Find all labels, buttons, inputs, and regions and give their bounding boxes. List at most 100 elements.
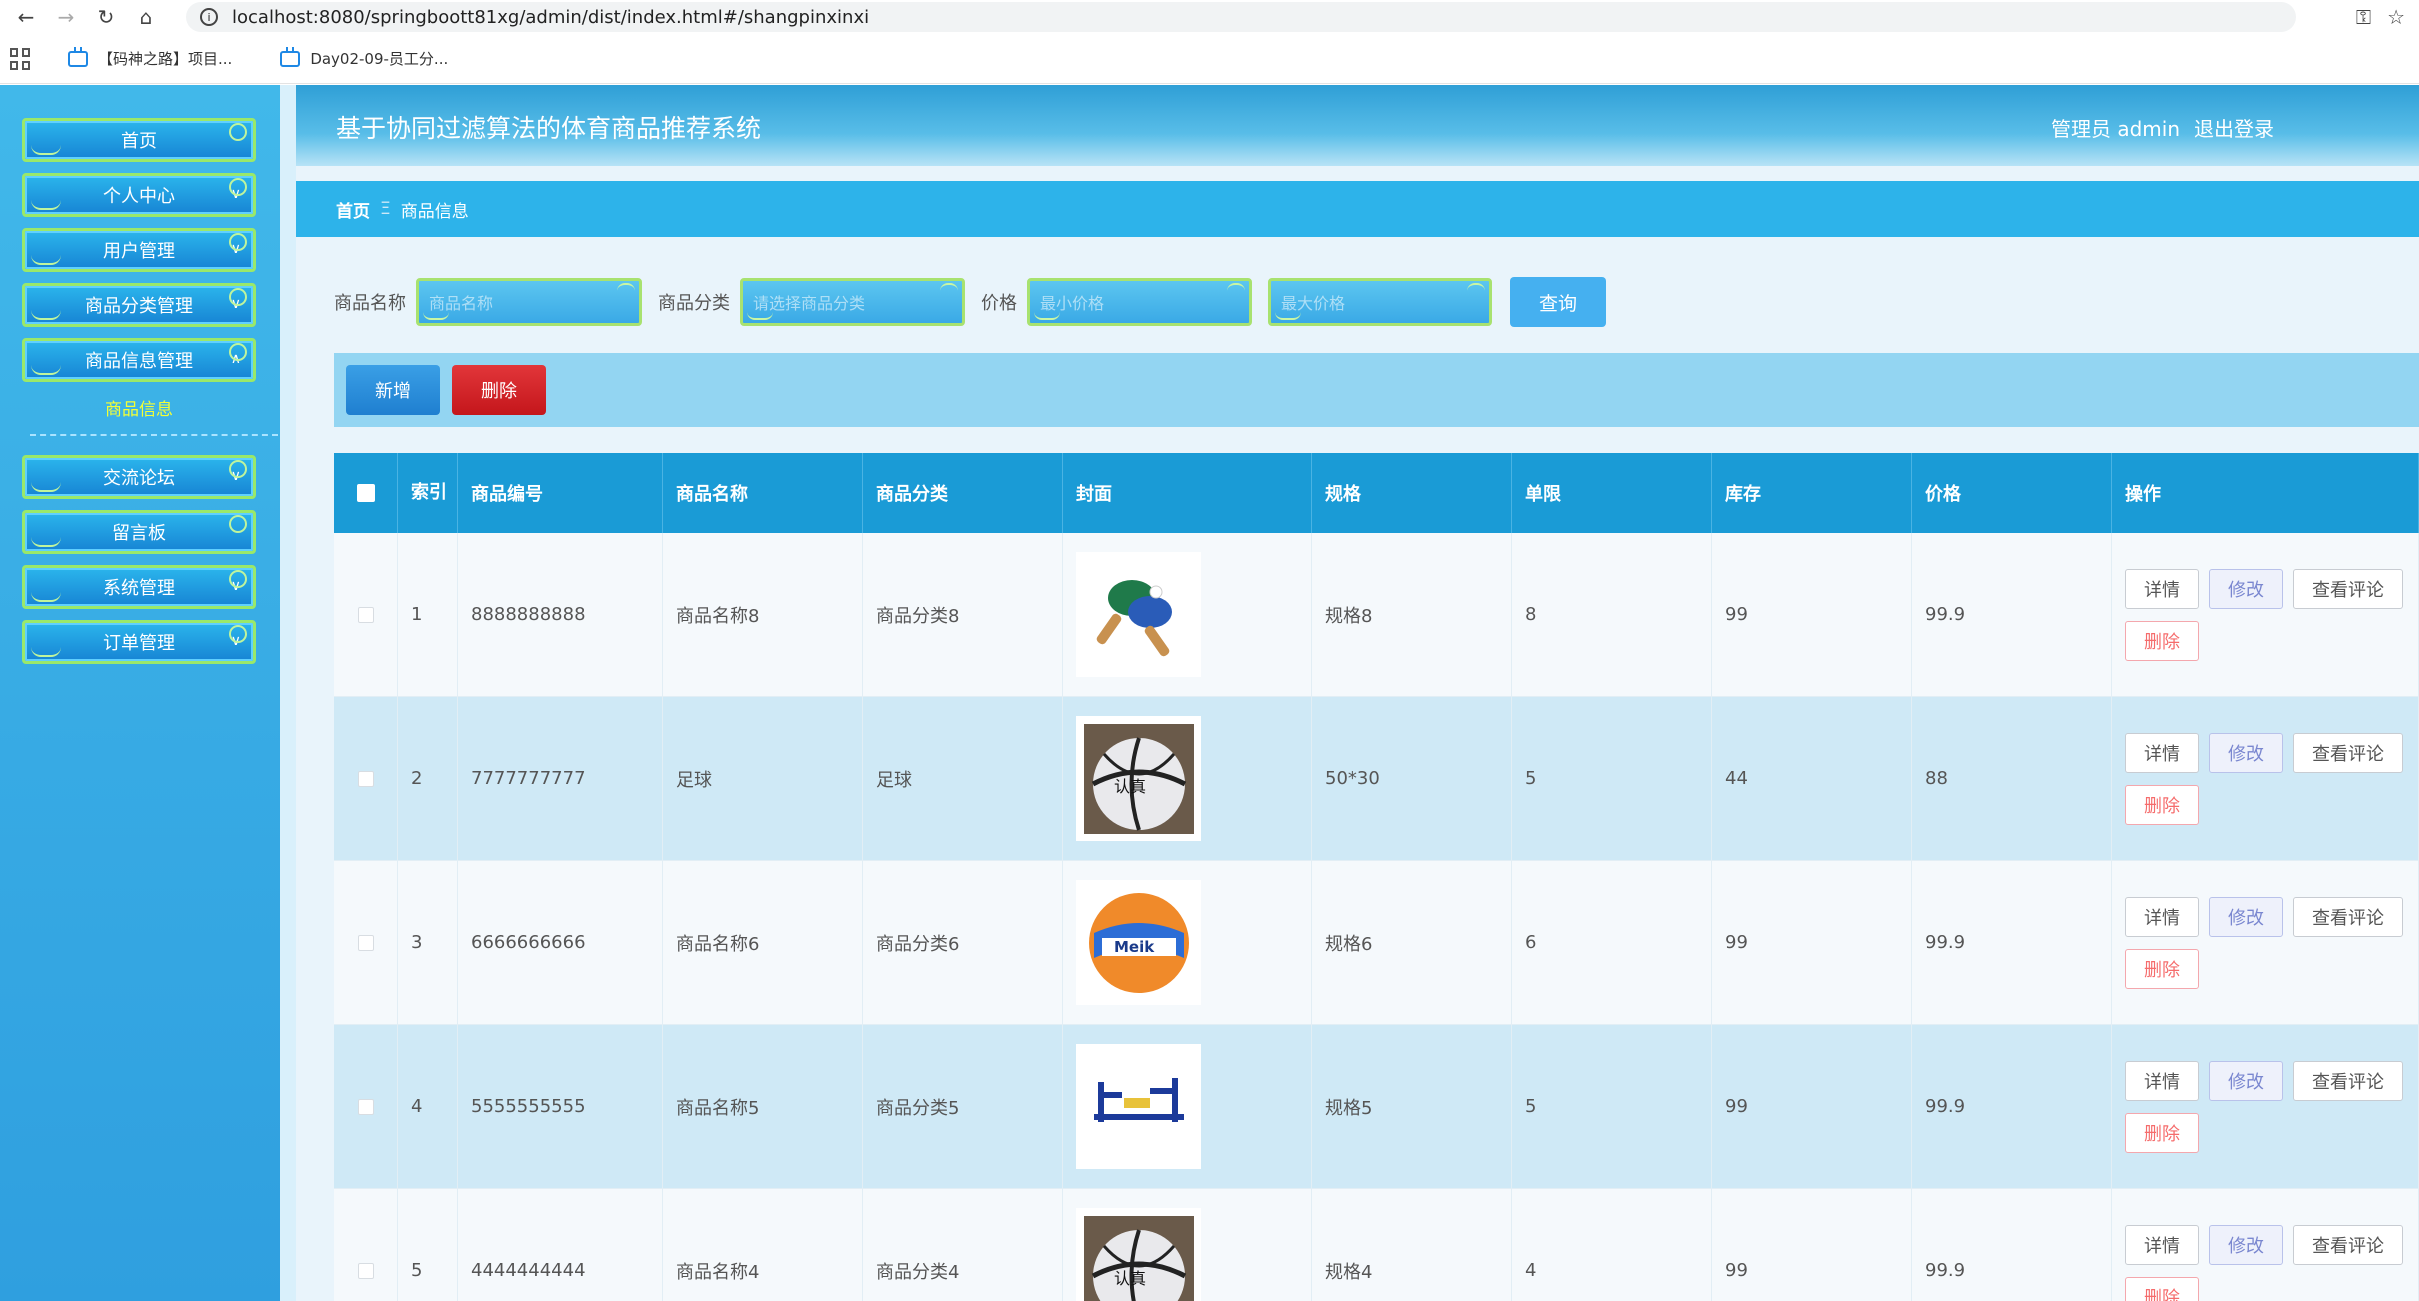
address-bar[interactable]: i localhost:8080/springboott81xg/admin/d… (186, 2, 2296, 32)
star-icon[interactable]: ☆ (2387, 5, 2405, 29)
row-checkbox[interactable] (357, 606, 374, 623)
cell-stock: 99 (1712, 533, 1912, 697)
sidebar-item-system-management[interactable]: 系统管理 ∨ (22, 565, 256, 609)
key-icon[interactable]: ⚿ (2356, 5, 2371, 29)
cell-name: 商品名称4 (663, 1189, 863, 1301)
view-reviews-button[interactable]: 查看评论 (2293, 1060, 2403, 1101)
detail-button[interactable]: 详情 (2125, 896, 2199, 937)
header-cover: 封面 (1063, 453, 1312, 533)
cell-category: 商品分类8 (863, 533, 1063, 697)
view-reviews-button[interactable]: 查看评论 (2293, 568, 2403, 609)
view-reviews-button[interactable]: 查看评论 (2293, 896, 2403, 937)
edit-button[interactable]: 修改 (2209, 568, 2283, 609)
chevron-down-icon: ∨ (230, 241, 241, 257)
cell-stock: 99 (1712, 1189, 1912, 1301)
add-button[interactable]: 新增 (346, 365, 440, 415)
breadcrumb: 首页 Ξ 商品信息 (296, 181, 2419, 237)
sidebar-item-home[interactable]: 首页 (22, 118, 256, 162)
header-name: 商品名称 (663, 453, 863, 533)
basketball-image: 认真 (1076, 1208, 1201, 1301)
sidebar-item-category-management[interactable]: 商品分类管理 ∨ (22, 283, 256, 327)
cell-price: 99.9 (1912, 1025, 2112, 1189)
delete-button[interactable]: 删除 (2125, 1112, 2199, 1153)
sidebar-item-order-management[interactable]: 订单管理 ∨ (22, 620, 256, 664)
select-all-checkbox[interactable] (356, 484, 375, 502)
edit-button[interactable]: 修改 (2209, 732, 2283, 773)
min-price-input[interactable]: 最小价格 (1027, 278, 1252, 326)
bookmark-label: 【码神之路】项目... (98, 50, 233, 68)
delete-button[interactable]: 删除 (2125, 784, 2199, 825)
sidebar-item-product-management[interactable]: 商品信息管理 ∧ (22, 338, 256, 382)
detail-button[interactable]: 详情 (2125, 568, 2199, 609)
cell-limit: 5 (1512, 1025, 1712, 1189)
delete-button[interactable]: 删除 (2125, 620, 2199, 661)
bookmark-item[interactable]: 【码神之路】项目... (68, 46, 233, 69)
url-text: localhost:8080/springboott81xg/admin/dis… (232, 6, 870, 28)
app-title: 基于协同过滤算法的体育商品推荐系统 (336, 114, 762, 143)
sidebar-item-user-management[interactable]: 用户管理 ∨ (22, 228, 256, 272)
sidebar-subitem-product-info[interactable]: 商品信息 (22, 395, 256, 420)
forward-icon[interactable]: → (52, 3, 80, 31)
sidebar-item-forum[interactable]: 交流论坛 ∨ (22, 455, 256, 499)
bookmarks-bar: 【码神之路】项目... Day02-09-员工分... (0, 34, 2419, 84)
view-reviews-button[interactable]: 查看评论 (2293, 1224, 2403, 1265)
sidebar-item-label: 个人中心 (103, 186, 175, 207)
cell-index: 4 (398, 1025, 458, 1189)
chevron-up-icon: ∧ (230, 351, 241, 367)
edit-button[interactable]: 修改 (2209, 1224, 2283, 1265)
fitness-equipment-image (1076, 1044, 1201, 1169)
cell-code: 7777777777 (458, 697, 663, 861)
home-icon[interactable]: ⌂ (132, 3, 160, 31)
cell-price: 99.9 (1912, 861, 2112, 1025)
sidebar-item-personal-center[interactable]: 个人中心 ∨ (22, 173, 256, 217)
breadcrumb-home[interactable]: 首页 (336, 197, 370, 222)
back-icon[interactable]: ← (12, 3, 40, 31)
product-name-input[interactable]: 商品名称 (416, 278, 642, 326)
sidebar-item-label: 商品分类管理 (85, 296, 193, 317)
delete-button[interactable]: 删除 (2125, 1276, 2199, 1301)
breadcrumb-separator: Ξ (380, 199, 391, 219)
header-stock: 库存 (1712, 453, 1912, 533)
detail-button[interactable]: 详情 (2125, 1060, 2199, 1101)
table-row: 4 5555555555 商品名称5 商品分类5 规格5 5 99 99.9 详情 修改 查看评论删… (334, 1025, 2419, 1189)
sidebar-item-label: 订单管理 (103, 633, 175, 654)
svg-text:Meik: Meik (1114, 938, 1155, 956)
reload-icon[interactable]: ↻ (92, 3, 120, 31)
row-checkbox[interactable] (357, 1262, 374, 1279)
product-category-select[interactable]: 请选择商品分类 (740, 278, 965, 326)
apps-grid-icon[interactable] (10, 47, 32, 70)
sidebar-item-message-board[interactable]: 留言板 (22, 510, 256, 554)
header-limit: 单限 (1512, 453, 1712, 533)
volleyball-image: Meik (1076, 880, 1201, 1005)
table-body: 1 8888888888 商品名称8 商品分类8 规格8 8 99 99.9 详情 修改 查看评论删… (334, 533, 2419, 1301)
cell-spec: 规格6 (1312, 861, 1512, 1025)
main-content: 基于协同过滤算法的体育商品推荐系统 管理员 admin 退出登录 首页 Ξ 商品… (296, 85, 2419, 1301)
cell-limit: 5 (1512, 697, 1712, 861)
basketball-image: 认真 (1076, 716, 1201, 841)
edit-button[interactable]: 修改 (2209, 1060, 2283, 1101)
info-icon[interactable]: i (200, 8, 218, 26)
delete-button[interactable]: 删除 (2125, 948, 2199, 989)
cell-stock: 99 (1712, 861, 1912, 1025)
row-checkbox[interactable] (357, 770, 374, 787)
table-row: 2 7777777777 足球 足球 认真 50*30 5 44 88 详情 修改 查看评论 删除 (334, 697, 2419, 861)
view-reviews-button[interactable]: 查看评论 (2293, 732, 2403, 773)
max-price-input[interactable]: 最大价格 (1268, 278, 1492, 326)
search-form: 商品名称 商品名称 商品分类 请选择商品分类 价格 最小价格 最大价格 查询 (334, 277, 1606, 327)
detail-button[interactable]: 详情 (2125, 732, 2199, 773)
row-checkbox[interactable] (357, 934, 374, 951)
sidebar-item-label: 商品信息管理 (85, 351, 193, 372)
cell-category: 足球 (863, 697, 1063, 861)
cell-name: 商品名称8 (663, 533, 863, 697)
query-button[interactable]: 查询 (1510, 277, 1606, 327)
sidebar-item-label: 用户管理 (103, 241, 175, 262)
bookmark-item[interactable]: Day02-09-员工分... (280, 46, 448, 69)
price-label: 价格 (981, 293, 1017, 314)
row-checkbox[interactable] (357, 1098, 374, 1115)
logout-link[interactable]: 退出登录 (2194, 113, 2274, 142)
detail-button[interactable]: 详情 (2125, 1224, 2199, 1265)
edit-button[interactable]: 修改 (2209, 896, 2283, 937)
batch-delete-button[interactable]: 删除 (452, 365, 546, 415)
product-table: 索引 商品编号 商品名称 商品分类 封面 规格 单限 库存 价格 操作 1 888… (334, 453, 2419, 1301)
cell-price: 99.9 (1912, 533, 2112, 697)
